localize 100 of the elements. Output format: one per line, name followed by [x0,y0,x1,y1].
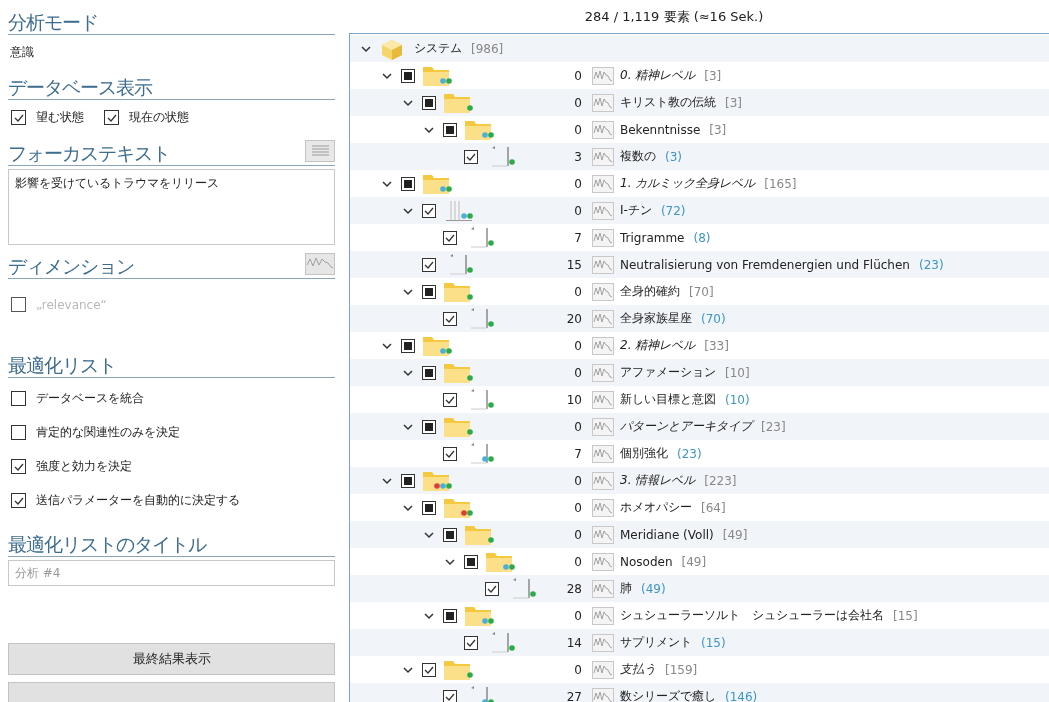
item-total: (15) [701,635,726,650]
tree-item-name[interactable]: サプリメント [620,634,692,651]
checkbox-label: データベースを統合 [36,390,144,407]
folder-icon [444,93,470,113]
item-count: 20 [565,311,582,326]
focus-text-area[interactable]: 影響を受けているトラウマをリリース [8,169,335,245]
tree-item-name[interactable]: シュシューラーソルト シュシューラーは会社名 [620,607,884,624]
folder-icon [423,174,449,194]
checkbox[interactable] [422,419,436,434]
checkbox[interactable] [401,473,415,488]
checkbox-label: 肯定的な関連性のみを決定 [36,424,180,441]
checkbox[interactable] [401,338,415,353]
folder-icon [423,66,449,86]
checkbox[interactable] [422,257,436,272]
tree-item-name[interactable]: 3. 情報レベル [620,472,696,489]
checkbox[interactable] [422,365,436,380]
folder-icon [444,498,470,518]
checkbox[interactable] [443,122,457,137]
tree-item-name[interactable]: 数シリーズで癒し [620,688,716,702]
item-total: [49] [722,527,748,542]
checkbox[interactable] [422,203,436,218]
item-total: [10] [725,365,750,380]
checkbox[interactable] [443,446,457,461]
tree-item-name[interactable]: 肺 [620,580,632,597]
item-count: 0 [573,527,582,542]
document-icon [470,307,488,328]
checkbox[interactable] [422,95,436,110]
checkbox[interactable] [443,608,457,623]
checkbox[interactable] [443,527,457,542]
item-count: 0 [573,473,582,488]
title-field[interactable]: 分析 #4 [8,560,335,586]
result-button[interactable]: 最終結果表示 [8,643,335,675]
tree-item-name[interactable]: アファメーション [620,364,716,381]
checkbox[interactable] [401,68,415,83]
checkbox[interactable] [401,176,415,191]
section-heading: 最適化リストのタイトル [8,532,206,556]
checkbox[interactable] [422,500,436,515]
checkbox-label: „relevance“ [36,297,107,312]
tree-item-name[interactable]: 全身家族星座 [620,310,692,327]
checkbox[interactable] [464,554,478,569]
tree-item-name[interactable]: Meridiane (Voll) [620,527,714,542]
item-count: 7 [573,230,582,245]
folder-icon [423,336,449,356]
tree-item-name[interactable]: ホメオパシー [620,499,692,516]
tree-item-name[interactable]: I-チン [620,202,652,219]
item-total: [3] [709,122,727,137]
tree-item-name[interactable]: 複数の [620,148,656,165]
item-count: 0 [573,419,582,434]
cube-icon [380,37,404,60]
checkbox[interactable] [11,459,26,474]
checkbox[interactable] [11,391,26,406]
checkbox[interactable] [104,110,119,125]
tree-item-name[interactable]: 支払う [620,661,656,678]
item-count: 27 [565,689,582,702]
item-count: 7 [573,446,582,461]
item-total: (72) [660,203,686,218]
checkbox[interactable] [443,392,457,407]
tree-item-name[interactable]: 2. 精神レベル [620,337,696,354]
checkbox[interactable] [443,230,457,245]
checkbox[interactable] [443,689,457,702]
item-total: (23) [918,257,944,272]
checkbox[interactable] [422,284,436,299]
tree-item-name[interactable]: 0. 精神レベル [620,67,696,84]
item-count: 28 [565,581,582,596]
tree-item-name[interactable]: 全身的確約 [620,283,680,300]
checkbox[interactable] [485,581,499,596]
document-icon [470,226,488,247]
checkbox[interactable] [464,149,478,164]
checkbox[interactable] [422,662,436,677]
section-heading: 最適化リスト [8,353,116,377]
element-count: 284 / 1,119 要素 (≈16 Sek.) [349,0,1049,34]
checkbox[interactable] [11,110,26,125]
folder-icon [444,363,470,383]
document-icon [449,253,467,274]
tree-item-name[interactable]: Bekenntnisse [620,122,701,137]
tree-item-name[interactable]: Neutralisierung von Fremdenergien und Flüchen [620,257,910,272]
tree-item-name[interactable]: 個別強化 [620,445,668,462]
checkbox[interactable] [11,425,26,440]
item-count: 0 [573,662,582,677]
item-count: 0 [573,176,582,191]
tree-item-name[interactable]: Nosoden [620,554,673,569]
tree-item-name[interactable]: キリスト教の伝統 [620,94,716,111]
folder-icon [465,606,491,626]
tree-item-name[interactable]: 1. カルミック全身レベル [620,175,756,192]
document-icon [471,685,488,702]
section-heading: データベース表示 [8,75,152,99]
item-count: 14 [565,635,582,650]
item-count: 0 [573,365,582,380]
item-count: 0 [573,284,582,299]
checkbox[interactable] [443,311,457,326]
tree-item-name[interactable]: 新しい目標と意図 [620,391,716,408]
item-total: (3) [665,149,682,164]
item-count: 0 [573,554,582,569]
tree-item-name[interactable]: システム [414,40,462,57]
checkbox[interactable] [464,635,478,650]
checkbox[interactable] [11,493,26,508]
tree-item-name[interactable]: Trigramme [620,230,685,245]
item-count: 0 [573,203,582,218]
item-count: 0 [573,608,582,623]
folder-icon [444,282,470,302]
